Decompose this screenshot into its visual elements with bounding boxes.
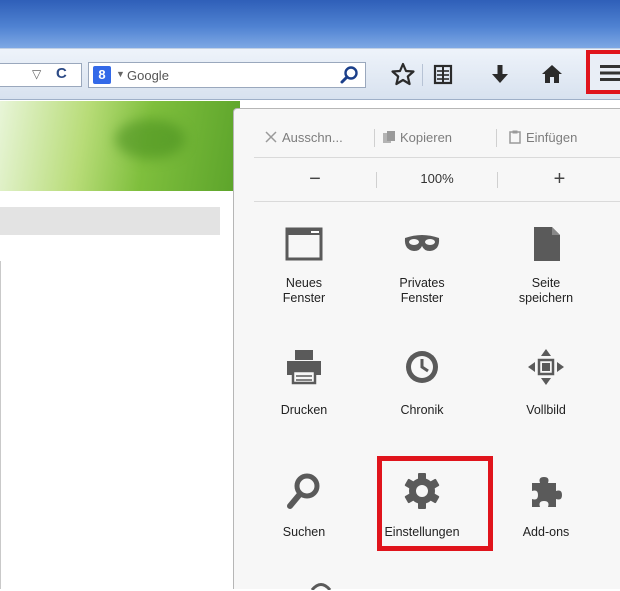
page-content xyxy=(0,101,240,589)
cut-icon xyxy=(265,131,277,143)
toolbar-separator xyxy=(422,64,423,86)
private-window-label: Privates Fenster xyxy=(399,276,445,305)
home-icon[interactable] xyxy=(539,60,565,88)
save-page-label: Seite speichern xyxy=(518,276,574,305)
save-page-button[interactable]: Seite speichern xyxy=(491,224,601,344)
reading-list-icon[interactable] xyxy=(430,60,456,88)
paste-button[interactable]: Einfügen xyxy=(508,123,577,153)
addons-button[interactable]: Add-ons xyxy=(491,471,601,591)
paste-icon xyxy=(509,130,521,144)
new-window-button[interactable]: Neues Fenster xyxy=(249,224,359,344)
find-button[interactable]: Suchen xyxy=(249,471,359,591)
zoom-reset-button[interactable]: 100% xyxy=(377,164,497,194)
copy-button[interactable]: Kopieren xyxy=(382,123,452,153)
menu-separator xyxy=(254,157,620,158)
edit-separator xyxy=(374,129,375,147)
find-icon xyxy=(287,473,320,509)
new-window-label: Neues Fenster xyxy=(282,276,326,305)
print-button[interactable]: Drucken xyxy=(249,347,359,467)
private-mask-icon xyxy=(404,235,440,251)
page-border-line xyxy=(0,261,1,589)
print-label: Drucken xyxy=(280,403,328,417)
search-engine-icon[interactable]: 8 xyxy=(93,66,111,84)
search-placeholder: Google xyxy=(127,68,169,83)
reload-icon[interactable]: C xyxy=(56,65,67,82)
menu-icon[interactable] xyxy=(600,63,620,83)
edit-separator xyxy=(496,129,497,147)
dropdown-arrow-icon[interactable]: ▽ xyxy=(32,67,41,81)
fullscreen-icon xyxy=(528,349,564,385)
settings-highlight-box xyxy=(377,456,493,551)
search-icon[interactable] xyxy=(339,65,359,85)
fullscreen-label: Vollbild xyxy=(526,403,566,417)
download-icon[interactable] xyxy=(487,60,513,88)
copy-label: Kopieren xyxy=(400,130,453,145)
history-clock-icon xyxy=(406,351,438,383)
save-page-icon xyxy=(534,227,560,261)
edit-controls: Ausschn... Kopieren Einfügen xyxy=(254,123,620,153)
new-window-icon xyxy=(285,227,323,261)
search-bar[interactable]: 8 ▼ Google xyxy=(88,62,366,88)
find-label: Suchen xyxy=(282,525,326,539)
history-button[interactable]: Chronik xyxy=(367,347,477,467)
menu-button[interactable] xyxy=(586,50,620,94)
history-label: Chronik xyxy=(400,403,444,417)
cut-button[interactable]: Ausschn... xyxy=(264,123,343,153)
page-banner-image xyxy=(0,101,240,191)
zoom-in-button[interactable]: + xyxy=(498,164,620,194)
zoom-controls: − 100% + xyxy=(254,164,620,194)
fullscreen-button[interactable]: Vollbild xyxy=(491,347,601,467)
cut-label: Ausschn... xyxy=(282,130,343,145)
bookmark-star-icon[interactable] xyxy=(390,60,416,88)
addons-label: Add-ons xyxy=(522,525,570,539)
menu-separator xyxy=(254,201,620,202)
addons-puzzle-icon xyxy=(532,477,562,507)
window-title-bar xyxy=(0,0,620,48)
zoom-out-button[interactable]: − xyxy=(254,164,376,194)
url-bar[interactable]: ▽ C xyxy=(0,63,82,87)
customize-icon[interactable] xyxy=(310,579,332,590)
copy-icon xyxy=(383,131,395,143)
private-window-button[interactable]: Privates Fenster xyxy=(367,224,477,344)
page-grey-bar xyxy=(0,207,220,235)
search-engine-dropdown-icon[interactable]: ▼ xyxy=(116,69,125,79)
paste-label: Einfügen xyxy=(526,130,578,145)
print-icon xyxy=(287,350,321,385)
